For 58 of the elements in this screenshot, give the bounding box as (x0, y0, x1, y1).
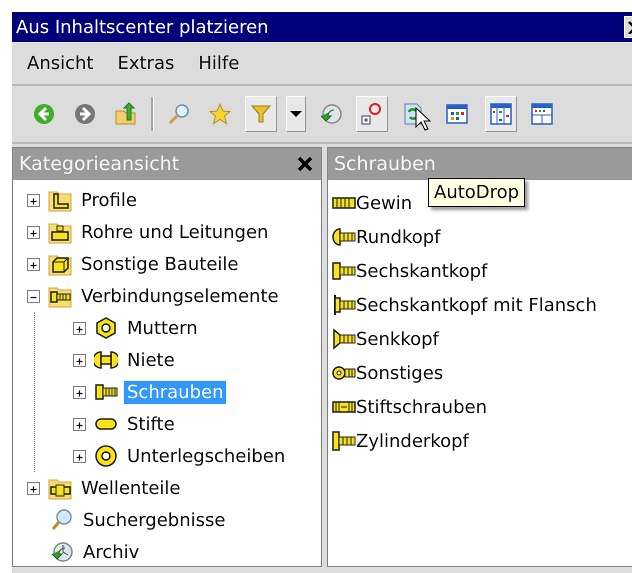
caret-icon (290, 111, 302, 117)
expand-button[interactable] (73, 354, 86, 366)
search-icon (50, 508, 74, 532)
expand-button[interactable] (73, 322, 86, 334)
filter-button[interactable] (245, 96, 277, 132)
close-icon (297, 156, 313, 172)
folder-up-icon (114, 102, 138, 126)
autodrop-icon (360, 102, 384, 126)
autodrop-button[interactable] (356, 96, 388, 132)
list-item[interactable]: Sechskantkopf mit Flansch (356, 294, 597, 316)
expand-button[interactable] (27, 226, 40, 238)
tree-item[interactable]: Sonstige Bauteile (78, 252, 242, 276)
star-icon (208, 102, 232, 126)
menu-item[interactable]: Hilfe (198, 52, 240, 74)
tree-item[interactable]: Muttern (124, 316, 201, 340)
forward-icon (73, 102, 97, 126)
tree-item[interactable]: Stifte (124, 412, 178, 436)
caret-button[interactable] (286, 96, 306, 132)
list-item[interactable]: Sechskantkopf (356, 260, 488, 282)
expand-button[interactable] (73, 450, 86, 462)
menu-item[interactable]: Ansicht (27, 52, 94, 74)
tree-item[interactable]: Archiv (80, 540, 142, 564)
screw-icon (332, 327, 356, 351)
table-view-icon (530, 102, 554, 126)
search-icon (167, 102, 191, 126)
list-item[interactable]: Senkkopf (356, 328, 439, 350)
tree-item[interactable]: Rohre und Leitungen (78, 220, 272, 244)
expand-button[interactable] (73, 386, 86, 398)
window-title: Aus Inhaltscenter platzieren (15, 16, 269, 38)
tree-view-button[interactable] (485, 96, 517, 132)
tree-item[interactable]: Verbindungselemente (78, 284, 282, 308)
panel-title: Kategorieansicht (19, 153, 180, 175)
panel-title: Schrauben (334, 153, 436, 175)
menu-item[interactable]: Extras (117, 52, 174, 74)
back-icon (32, 102, 56, 126)
expand-button[interactable] (73, 418, 86, 430)
expand-button[interactable] (27, 258, 40, 270)
tree-view-icon (489, 102, 513, 126)
tree-item[interactable]: Profile (78, 188, 140, 212)
tree-item[interactable]: Niete (124, 348, 178, 372)
tree-item[interactable]: Unterlegscheiben (124, 444, 288, 468)
close-button[interactable] (297, 156, 313, 172)
collapse-button[interactable] (27, 290, 40, 302)
tree-item[interactable]: Wellenteile (78, 476, 184, 500)
screw-icon (332, 293, 356, 317)
screw-icon (332, 429, 356, 453)
list-item[interactable]: Stiftschrauben (356, 396, 487, 418)
tree-item[interactable]: Suchergebnisse (80, 508, 228, 532)
expand-button[interactable] (27, 194, 40, 206)
cursor-icon (415, 107, 431, 131)
list-item[interactable]: Sonstiges (356, 362, 444, 384)
washer-icon (94, 444, 118, 468)
list-item[interactable]: Gewin (356, 192, 412, 214)
expand-button[interactable] (27, 482, 40, 494)
nut-icon (94, 316, 118, 340)
list-item[interactable]: Zylinderkopf (356, 430, 469, 452)
tooltip: AutoDrop (428, 178, 526, 207)
list-item[interactable]: Rundkopf (356, 226, 440, 248)
